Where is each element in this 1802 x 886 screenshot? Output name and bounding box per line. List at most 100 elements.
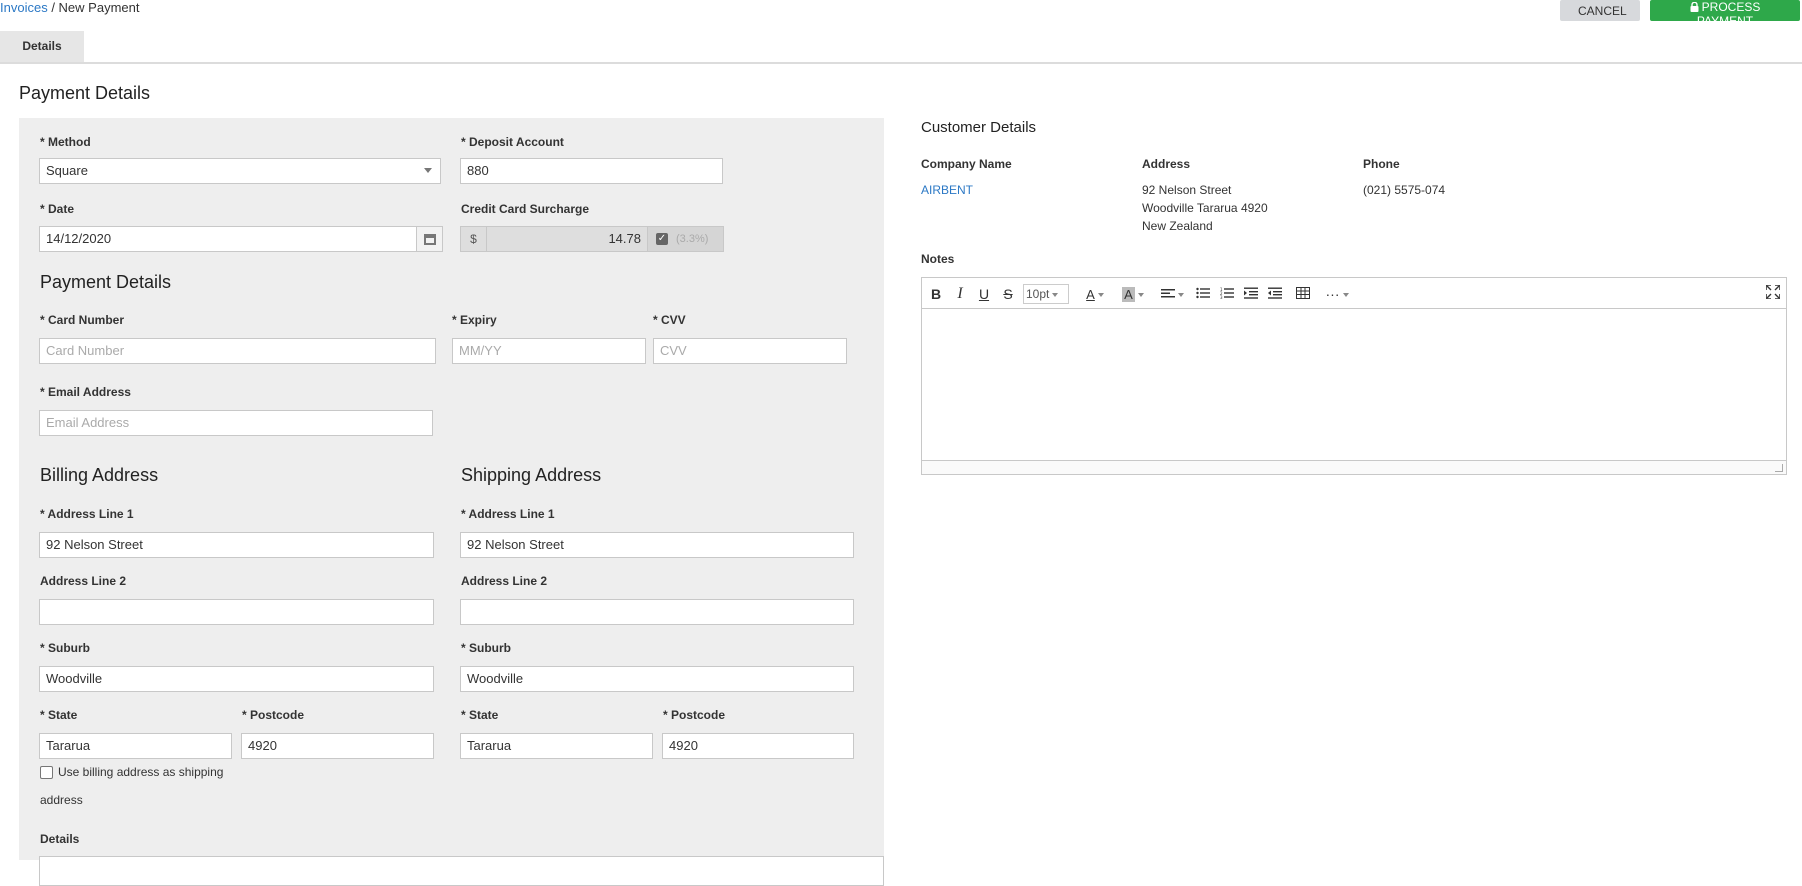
breadcrumb: Invoices / New Payment [0, 0, 139, 15]
table-icon [1296, 287, 1310, 299]
expiry-label: * Expiry [452, 313, 497, 327]
date-input[interactable]: 14/12/2020 [39, 226, 417, 252]
use-billing-label-line1: Use billing address as shipping [58, 765, 224, 779]
surcharge-field: $ 14.78 ✓ (3.3%) [460, 226, 724, 252]
billing-line1-input[interactable]: 92 Nelson Street [39, 532, 434, 558]
card-section-title: Payment Details [40, 272, 172, 292]
numbered-list-icon: 123 [1220, 287, 1234, 300]
notes-text-area[interactable] [922, 310, 1786, 460]
shipping-suburb-input[interactable]: Woodville [460, 666, 854, 692]
process-payment-button[interactable]: PROCESS PAYMENT [1650, 0, 1800, 28]
font-size-value: 10pt [1026, 287, 1050, 301]
surcharge-label: Credit Card Surcharge [461, 202, 590, 216]
tab-details[interactable]: Details [0, 31, 84, 62]
calendar-icon [424, 234, 436, 245]
shipping-line1-input[interactable]: 92 Nelson Street [460, 532, 854, 558]
customer-details-title: Customer Details [921, 119, 1037, 136]
billing-suburb-label: * Suburb [40, 641, 90, 655]
shipping-line2-input[interactable] [460, 599, 854, 625]
address-line-2: Woodville Tararua 4920 [1142, 201, 1268, 215]
calendar-button[interactable] [417, 226, 443, 252]
shipping-state-label: * State [461, 708, 499, 722]
strikethrough-button[interactable]: S [1000, 284, 1016, 304]
currency-prefix: $ [461, 227, 487, 251]
font-color-icon: A [1086, 287, 1095, 302]
chevron-down-icon [1137, 293, 1144, 298]
font-size-select[interactable]: 10pt [1023, 284, 1069, 304]
phone-value: (021) 5575-074 [1363, 183, 1446, 197]
process-payment-label: PROCESS PAYMENT [1696, 0, 1761, 28]
fullscreen-button[interactable] [1764, 284, 1782, 304]
check-icon: ✓ [656, 233, 668, 245]
chevron-down-icon [1342, 293, 1349, 298]
shipping-postcode-label: * Postcode [663, 708, 726, 722]
email-label: * Email Address [40, 385, 131, 399]
billing-state-input[interactable]: Tararua [39, 733, 232, 759]
shipping-state-input[interactable]: Tararua [460, 733, 653, 759]
deposit-account-input[interactable]: 880 [460, 158, 723, 184]
billing-address-title: Billing Address [40, 465, 159, 485]
shipping-suburb-label: * Suburb [461, 641, 511, 655]
surcharge-percent: (3.3%) [676, 233, 709, 245]
email-input[interactable]: Email Address [39, 410, 433, 436]
align-button[interactable] [1157, 284, 1187, 304]
company-name-label: Company Name [921, 157, 1012, 171]
breadcrumb-invoices-link[interactable]: Invoices [0, 0, 48, 15]
surcharge-value: 14.78 [608, 231, 641, 246]
shipping-postcode-input[interactable]: 4920 [662, 733, 854, 759]
billing-line2-input[interactable] [39, 599, 434, 625]
expiry-input[interactable]: MM/YY [452, 338, 646, 364]
details-label: Details [40, 832, 80, 846]
chevron-down-icon [1097, 293, 1104, 298]
details-input[interactable] [39, 856, 884, 886]
align-left-icon [1160, 289, 1175, 298]
company-name-link[interactable]: AIRBENT [921, 181, 973, 199]
phone-label: Phone [1363, 157, 1400, 171]
cvv-label: * CVV [653, 313, 686, 327]
card-number-input[interactable]: Card Number [39, 338, 436, 364]
more-icon: ··· [1325, 286, 1340, 302]
background-color-icon: A [1122, 287, 1135, 302]
editor-statusbar [922, 460, 1786, 474]
chevron-down-icon [1052, 292, 1059, 297]
bold-button[interactable]: B [928, 284, 944, 304]
shipping-address-title: Shipping Address [461, 465, 602, 485]
notes-editor: B I U S 10pt A A 123 ··· [921, 277, 1787, 475]
outdent-button[interactable] [1266, 284, 1284, 304]
cvv-input[interactable]: CVV [653, 338, 847, 364]
bullet-list-icon [1196, 287, 1210, 299]
resize-handle[interactable] [1775, 464, 1783, 472]
background-color-button[interactable]: A [1116, 284, 1150, 304]
chevron-down-icon [424, 168, 432, 173]
card-number-label: * Card Number [40, 313, 125, 327]
payment-details-title: Payment Details [19, 83, 151, 103]
fullscreen-icon [1765, 284, 1781, 300]
billing-postcode-input[interactable]: 4920 [241, 733, 434, 759]
surcharge-toggle[interactable]: ✓ (3.3%) [647, 227, 723, 251]
billing-state-label: * State [40, 708, 78, 722]
billing-line1-label: * Address Line 1 [40, 507, 134, 521]
method-value: Square [46, 163, 88, 178]
lock-icon [1690, 1, 1699, 12]
more-button[interactable]: ··· [1322, 284, 1352, 304]
use-billing-label-line2: address [40, 793, 83, 807]
breadcrumb-current: New Payment [58, 0, 140, 15]
numbered-list-button[interactable]: 123 [1218, 284, 1236, 304]
payment-form-panel: * Method Square * Deposit Account 880 * … [19, 118, 884, 886]
indent-button[interactable] [1242, 284, 1260, 304]
font-color-button[interactable]: A [1078, 284, 1112, 304]
outdent-icon [1268, 287, 1282, 299]
indent-icon [1244, 287, 1258, 299]
method-select[interactable]: Square [39, 158, 441, 184]
notes-label: Notes [921, 252, 955, 266]
deposit-account-label: * Deposit Account [461, 135, 564, 149]
italic-button[interactable]: I [952, 284, 968, 304]
cancel-button[interactable]: CANCEL [1560, 0, 1640, 21]
use-billing-checkbox[interactable] [40, 766, 53, 779]
address-label: Address [1142, 157, 1191, 171]
tab-bar: Details [0, 31, 1802, 64]
table-button[interactable] [1294, 284, 1312, 304]
underline-button[interactable]: U [976, 284, 992, 304]
billing-suburb-input[interactable]: Woodville [39, 666, 434, 692]
bullet-list-button[interactable] [1194, 284, 1212, 304]
